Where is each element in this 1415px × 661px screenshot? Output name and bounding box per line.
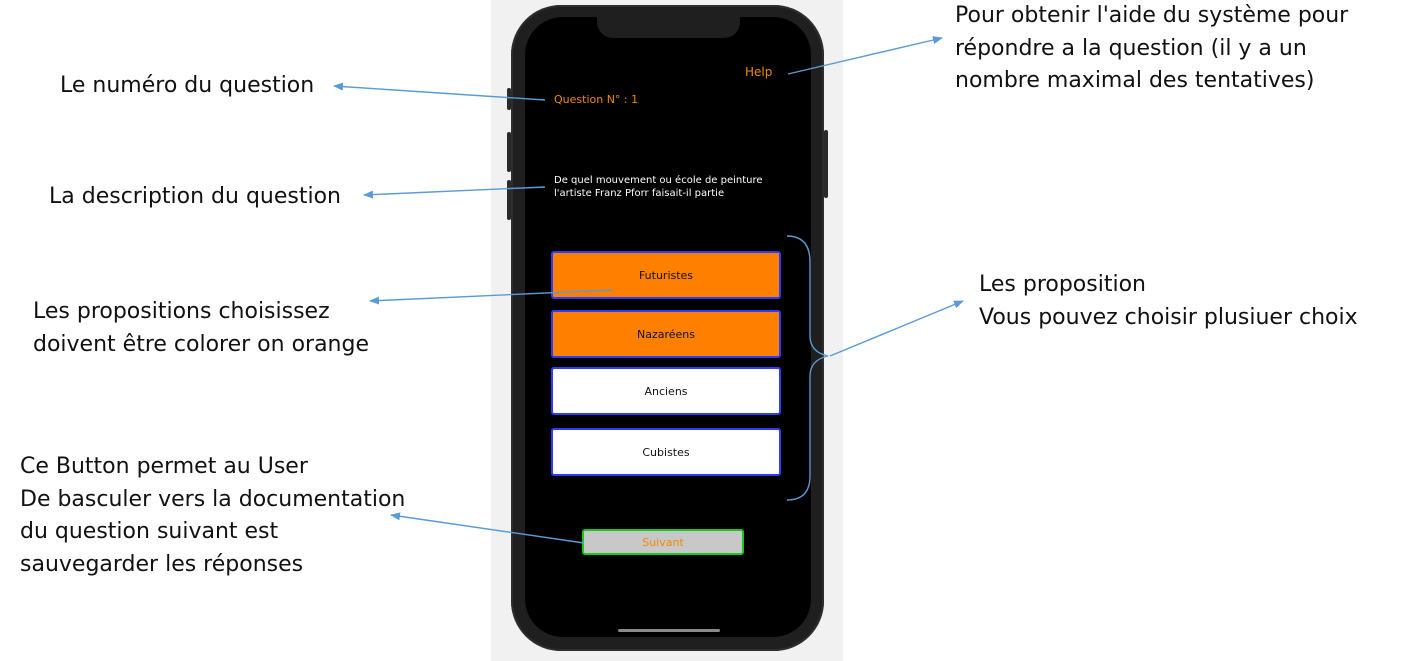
choices-brace	[786, 235, 829, 501]
arrow-next-button	[390, 512, 585, 544]
arrow-selected-choices	[369, 289, 613, 305]
annotation-arrows	[333, 36, 964, 544]
arrow-help	[787, 36, 943, 75]
arrow-question-description	[363, 186, 546, 199]
arrow-choices	[829, 300, 964, 357]
arrow-question-number	[333, 82, 546, 101]
